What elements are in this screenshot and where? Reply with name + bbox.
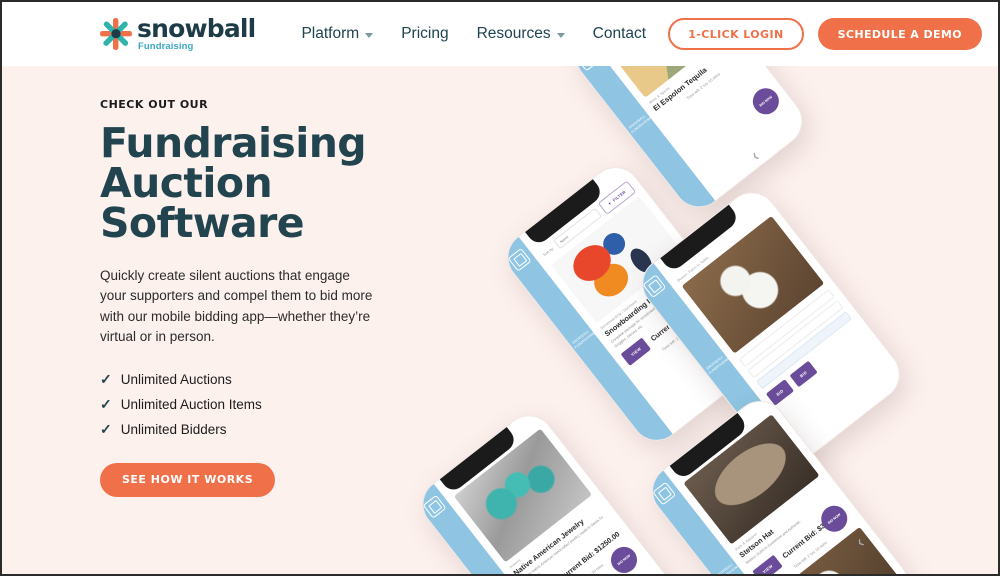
nav-label: Pricing xyxy=(401,25,449,42)
hero-eyebrow: CHECK OUT OUR xyxy=(100,98,209,111)
sort-label: Sort by: xyxy=(542,246,555,257)
app-logo-icon xyxy=(507,247,532,272)
nav-label: Platform xyxy=(301,25,360,42)
app-logo-icon xyxy=(642,274,667,299)
nav-label: Resources xyxy=(476,25,551,42)
snowflake-icon xyxy=(100,17,132,51)
share-icon[interactable]: ❰ xyxy=(751,151,760,161)
check-icon: ✓ xyxy=(100,371,112,388)
check-icon: ✓ xyxy=(100,421,112,438)
nav-item-pricing[interactable]: Pricing xyxy=(401,25,448,43)
headline-line-3: Software xyxy=(100,199,305,248)
main-navigation: Platform Pricing Resources Contact xyxy=(301,25,646,43)
headline-line-2: Auction xyxy=(100,159,273,208)
app-side-label: SNOWBALL FUNDRAISING xyxy=(571,329,597,350)
headline-line-1: Fundraising xyxy=(100,119,367,167)
check-icon: ✓ xyxy=(100,396,112,413)
nav-label: Contact xyxy=(592,25,647,42)
nav-item-contact[interactable]: Contact xyxy=(593,25,646,43)
app-side-label: SNOWBALL FUNDRAISING xyxy=(715,562,741,574)
feature-label: Unlimited Auction Items xyxy=(120,396,262,412)
page-frame: snowball Fundraising Platform Pricing Re… xyxy=(0,0,1000,576)
list-item: ✓ Unlimited Auctions xyxy=(100,372,390,387)
app-logo-icon xyxy=(422,494,447,519)
chevron-down-icon xyxy=(365,32,374,38)
schedule-demo-button[interactable]: SCHEDULE A DEMO xyxy=(817,18,982,50)
nav-item-resources[interactable]: Resources xyxy=(477,25,565,43)
feature-label: Unlimited Bidders xyxy=(120,421,227,437)
bid-button-secondary[interactable]: BID xyxy=(789,360,818,388)
chevron-down-icon xyxy=(556,32,565,38)
app-side-label: SNOWBALL FUNDRAISING xyxy=(627,113,653,134)
filter-label: FILTER xyxy=(611,189,627,203)
app-side-label: SNOWBALL FUNDRAISING xyxy=(705,354,731,376)
page-title: Fundraising Auction Software xyxy=(100,119,390,248)
app-logo-icon xyxy=(575,66,600,72)
logo-name: snowball xyxy=(137,14,256,44)
logo-tagline: Fundraising xyxy=(138,41,194,53)
feature-label: Unlimited Auctions xyxy=(120,371,232,387)
hero-section: SNOWBALL FUNDRAISING Wine & Spirits El E… xyxy=(2,66,998,574)
header-actions: 1-CLICK LOGIN SCHEDULE A DEMO xyxy=(668,18,982,50)
see-how-it-works-button[interactable]: SEE HOW IT WORKS xyxy=(100,462,276,497)
feature-list: ✓ Unlimited Auctions ✓ Unlimited Auction… xyxy=(100,372,390,437)
logo[interactable]: snowball Fundraising xyxy=(100,14,256,53)
list-item: ✓ Unlimited Auction Items xyxy=(100,397,390,412)
app-logo-icon xyxy=(652,481,677,506)
nav-item-platform[interactable]: Platform xyxy=(301,25,374,43)
hero-content: CHECK OUT OUR Fundraising Auction Softwa… xyxy=(100,98,390,497)
filter-icon: ▾ xyxy=(607,200,613,206)
one-click-login-button[interactable]: 1-CLICK LOGIN xyxy=(668,18,804,50)
site-header: snowball Fundraising Platform Pricing Re… xyxy=(2,2,998,66)
list-item: ✓ Unlimited Bidders xyxy=(100,422,390,437)
bid-now-button[interactable]: BID NOW xyxy=(747,83,785,120)
hero-paragraph: Quickly create silent auctions that enga… xyxy=(100,267,373,345)
